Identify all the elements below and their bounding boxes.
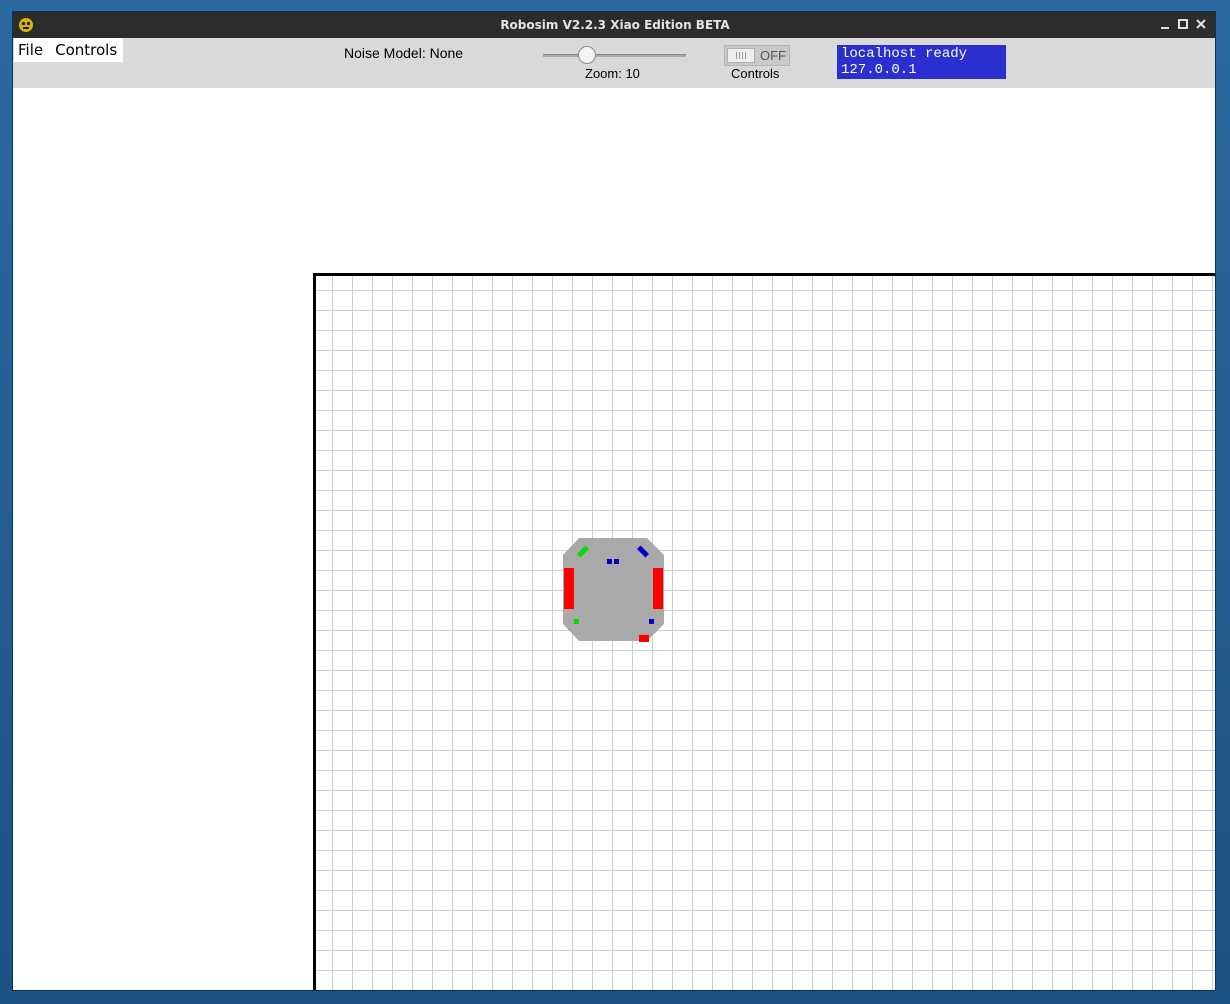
window-title: Robosim V2.2.3 Xiao Edition BETA	[500, 18, 730, 32]
left-wheel	[564, 568, 574, 609]
connection-status: localhost ready 127.0.0.1	[837, 45, 1006, 79]
maximize-icon[interactable]	[1176, 17, 1190, 31]
rear-right-sensor	[649, 619, 654, 624]
status-line-1: localhost ready	[841, 46, 968, 62]
noise-model-label: Noise Model: None	[344, 45, 464, 61]
toolbar: File Controls Noise Model: None Zoom: 10…	[13, 38, 1215, 88]
robot[interactable]	[563, 538, 665, 642]
menu-bar: File Controls	[14, 38, 124, 62]
simulation-canvas[interactable]	[13, 88, 1215, 990]
toggle-state: OFF	[760, 48, 786, 63]
center-sensor-left	[607, 559, 612, 564]
arena-grid[interactable]	[313, 273, 1215, 990]
rear-left-sensor	[574, 619, 579, 624]
right-wheel	[653, 568, 663, 609]
close-icon[interactable]	[1194, 17, 1208, 31]
zoom-slider-thumb[interactable]	[578, 46, 596, 64]
menu-controls[interactable]: Controls	[55, 41, 117, 59]
status-line-2: 127.0.0.1	[841, 62, 917, 78]
menu-file[interactable]: File	[18, 41, 43, 59]
zoom-label: Zoom: 10	[585, 66, 640, 81]
title-bar[interactable]: Robosim V2.2.3 Xiao Edition BETA	[13, 12, 1215, 38]
controls-label: Controls	[731, 66, 780, 81]
minimize-icon[interactable]	[1158, 17, 1172, 31]
app-window: Robosim V2.2.3 Xiao Edition BETA File Co…	[13, 12, 1215, 990]
center-sensor-right	[614, 559, 619, 564]
zoom-slider-track[interactable]	[543, 54, 686, 57]
controls-toggle[interactable]: OFF	[724, 45, 790, 66]
toggle-knob[interactable]	[727, 48, 755, 63]
rear-marker	[639, 635, 649, 642]
